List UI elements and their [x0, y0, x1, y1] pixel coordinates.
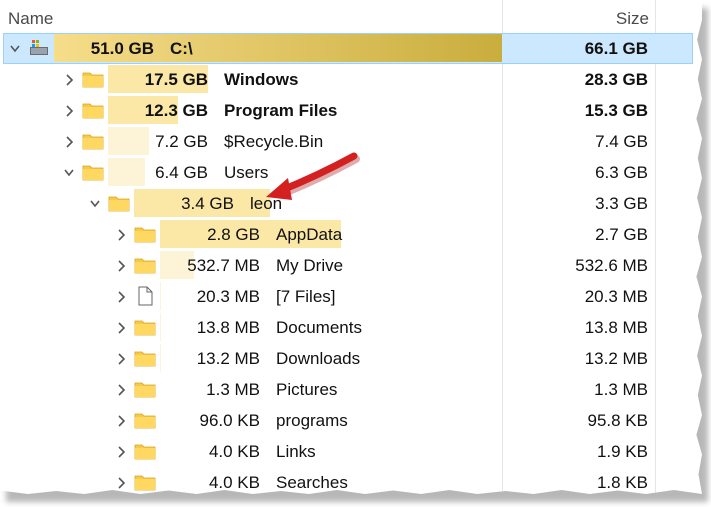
- tree-row[interactable]: 17.5 GB Windows 28.3 GB: [0, 64, 702, 95]
- chevron-right-icon[interactable]: [116, 382, 126, 396]
- item-name: programs: [276, 411, 348, 430]
- allocated-size: 532.7 MB: [187, 256, 260, 275]
- allocated-size: 13.8 MB: [196, 318, 260, 337]
- allocated-size: 20.3 MB: [196, 287, 260, 306]
- item-size: 95.8 KB: [587, 411, 649, 430]
- tree-row[interactable]: 13.8 MB Documents 13.8 MB: [0, 312, 702, 343]
- item-size: 66.1 GB: [584, 39, 648, 58]
- item-size: 1.8 KB: [596, 473, 648, 492]
- chevron-right-icon[interactable]: [116, 351, 126, 365]
- chevron-down-icon[interactable]: [90, 196, 100, 210]
- tree-window: Name Size 51.0 GB C:\ 66.1 GB 17.5 GB Window…: [0, 0, 702, 494]
- item-name: Links: [276, 442, 316, 461]
- chevron-right-icon[interactable]: [116, 258, 126, 272]
- allocated-size: 3.4 GB: [181, 194, 234, 213]
- chevron-right-icon[interactable]: [64, 103, 74, 117]
- tree-row[interactable]: 532.7 MB My Drive 532.6 MB: [0, 250, 702, 281]
- item-name: AppData: [276, 225, 343, 244]
- item-size: 7.4 GB: [595, 132, 648, 151]
- tree-row[interactable]: 2.8 GB AppData 2.7 GB: [0, 219, 702, 250]
- allocated-size: 13.2 MB: [196, 349, 260, 368]
- item-size: 532.6 MB: [575, 256, 648, 275]
- chevron-right-icon[interactable]: [64, 72, 74, 86]
- torn-paper-frame: Name Size 51.0 GB C:\ 66.1 GB 17.5 GB Window…: [0, 0, 702, 494]
- chevron-right-icon[interactable]: [116, 413, 126, 427]
- tree-row[interactable]: 12.3 GB Program Files 15.3 GB: [0, 95, 702, 126]
- chevron-down-icon[interactable]: [10, 41, 20, 55]
- item-size: 3.3 GB: [595, 194, 648, 213]
- tree-row[interactable]: 51.0 GB C:\ 66.1 GB: [0, 33, 702, 64]
- tree-row[interactable]: 13.2 MB Downloads 13.2 MB: [0, 343, 702, 374]
- allocated-size: 2.8 GB: [207, 225, 260, 244]
- item-name: Downloads: [276, 349, 361, 368]
- tree-row[interactable]: 4.0 KB Searches 1.8 KB: [0, 467, 702, 494]
- allocated-size: 51.0 GB: [90, 39, 154, 58]
- red-arrow-annotation: [266, 152, 360, 200]
- chevron-down-icon[interactable]: [64, 165, 74, 179]
- allocated-size: 6.4 GB: [155, 163, 208, 182]
- allocated-size: 1.3 MB: [206, 380, 260, 399]
- chevron-right-icon[interactable]: [116, 320, 126, 334]
- allocated-size: 4.0 KB: [208, 442, 260, 461]
- chevron-right-icon[interactable]: [64, 134, 74, 148]
- column-header: Name Size: [0, 0, 702, 32]
- item-size: 20.3 MB: [584, 287, 648, 306]
- item-name: Documents: [276, 318, 362, 337]
- chevron-right-icon[interactable]: [116, 475, 126, 489]
- item-size: 1.9 KB: [596, 442, 648, 461]
- tree-row[interactable]: 1.3 MB Pictures 1.3 MB: [0, 374, 702, 405]
- item-size: 15.3 GB: [584, 101, 648, 120]
- item-name: My Drive: [276, 256, 344, 275]
- chevron-right-icon[interactable]: [116, 227, 126, 241]
- item-name: Pictures: [276, 380, 338, 399]
- tree-row[interactable]: 4.0 KB Links 1.9 KB: [0, 436, 702, 467]
- allocated-size: 4.0 KB: [208, 473, 260, 492]
- item-name: Searches: [276, 473, 348, 492]
- tree-row[interactable]: 20.3 MB [7 Files] 20.3 MB: [0, 281, 702, 312]
- tree-row[interactable]: 96.0 KB programs 95.8 KB: [0, 405, 702, 436]
- item-name: [7 Files]: [276, 287, 336, 306]
- item-size: 6.3 GB: [595, 163, 648, 182]
- item-name: Windows: [224, 70, 299, 89]
- allocated-size: 7.2 GB: [155, 132, 208, 151]
- item-size: 2.7 GB: [595, 225, 648, 244]
- chevron-right-icon[interactable]: [116, 444, 126, 458]
- item-name: C:\: [170, 39, 193, 58]
- allocated-size: 96.0 KB: [199, 411, 261, 430]
- chevron-right-icon[interactable]: [116, 289, 126, 303]
- item-size: 13.2 MB: [584, 349, 648, 368]
- item-size: 1.3 MB: [594, 380, 648, 399]
- item-size: 13.8 MB: [584, 318, 648, 337]
- item-size: 28.3 GB: [584, 70, 648, 89]
- item-name: Program Files: [224, 101, 338, 120]
- allocated-size: 17.5 GB: [144, 70, 208, 89]
- allocated-size: 12.3 GB: [144, 101, 208, 120]
- name-column-header[interactable]: Name: [8, 9, 53, 29]
- size-column-header[interactable]: Size: [616, 9, 649, 29]
